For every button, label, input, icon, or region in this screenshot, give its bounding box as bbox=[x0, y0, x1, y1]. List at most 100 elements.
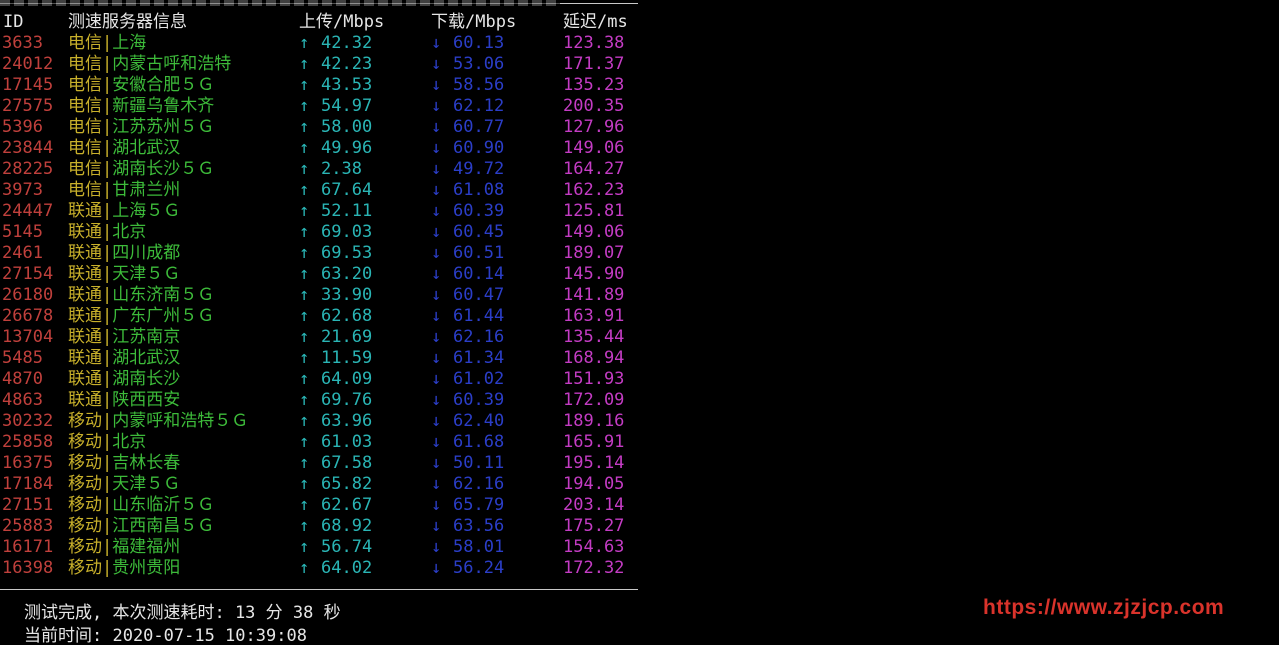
row-isp-name: 电信 bbox=[68, 159, 102, 179]
table-row: 25858 移动|北京 ↑ 61.03 ↓ 61.68 165.91 bbox=[0, 432, 640, 453]
down-arrow-icon: ↓ bbox=[431, 537, 442, 557]
up-arrow-icon: ↑ bbox=[299, 369, 310, 389]
down-arrow-icon: ↓ bbox=[431, 33, 442, 53]
row-id: 27151 bbox=[2, 495, 54, 515]
row-download: 49.72 bbox=[453, 159, 505, 179]
down-arrow-icon: ↓ bbox=[431, 96, 442, 116]
up-arrow-icon: ↑ bbox=[299, 411, 310, 431]
up-arrow-icon: ↑ bbox=[299, 390, 310, 410]
row-download: 62.16 bbox=[453, 327, 505, 347]
row-city: 山东济南５Ｇ bbox=[112, 285, 215, 305]
row-city: 贵州贵阳 bbox=[112, 558, 181, 578]
row-upload: 42.32 bbox=[321, 33, 373, 53]
header-upload: 上传/Mbps bbox=[299, 12, 385, 32]
table-row: 23844 电信|湖北武汉 ↑ 49.96 ↓ 60.90 149.06 bbox=[0, 138, 640, 159]
row-isp: 电信|湖南长沙５Ｇ bbox=[68, 159, 214, 180]
up-arrow-icon: ↑ bbox=[299, 159, 310, 179]
row-separator: | bbox=[102, 138, 113, 158]
row-download: 60.14 bbox=[453, 264, 505, 284]
up-arrow-icon: ↑ bbox=[299, 54, 310, 74]
table-row: 16398 移动|贵州贵阳 ↑ 64.02 ↓ 56.24 172.32 bbox=[0, 558, 640, 579]
row-city: 山东临沂５Ｇ bbox=[112, 495, 215, 515]
row-latency: 189.07 bbox=[563, 243, 625, 263]
row-upload: 2.38 bbox=[321, 159, 362, 179]
down-arrow-icon: ↓ bbox=[431, 495, 442, 515]
results-table: 3633 电信|上海 ↑ 42.32 ↓ 60.13 123.38 24012 电信|内蒙古呼和… bbox=[0, 33, 640, 579]
row-separator: | bbox=[102, 453, 113, 473]
row-download: 58.56 bbox=[453, 75, 505, 95]
row-city: 湖南长沙５Ｇ bbox=[112, 159, 215, 179]
table-row: 26678 联通|广东广州５Ｇ ↑ 62.68 ↓ 61.44 163.91 bbox=[0, 306, 640, 327]
row-separator: | bbox=[102, 348, 113, 368]
row-latency: 194.05 bbox=[563, 474, 625, 494]
down-arrow-icon: ↓ bbox=[431, 474, 442, 494]
up-arrow-icon: ↑ bbox=[299, 432, 310, 452]
row-separator: | bbox=[102, 516, 113, 536]
row-id: 3973 bbox=[2, 180, 43, 200]
table-row: 28225 电信|湖南长沙５Ｇ ↑ 2.38 ↓ 49.72 164.27 bbox=[0, 159, 640, 180]
up-arrow-icon: ↑ bbox=[299, 117, 310, 137]
row-separator: | bbox=[102, 201, 113, 221]
row-separator: | bbox=[102, 369, 113, 389]
row-latency: 149.06 bbox=[563, 138, 625, 158]
row-isp-name: 联通 bbox=[68, 264, 102, 284]
row-upload: 67.58 bbox=[321, 453, 373, 473]
row-upload: 63.96 bbox=[321, 411, 373, 431]
row-latency: 125.81 bbox=[563, 201, 625, 221]
row-download: 62.40 bbox=[453, 411, 505, 431]
up-arrow-icon: ↑ bbox=[299, 264, 310, 284]
row-download: 60.39 bbox=[453, 201, 505, 221]
down-arrow-icon: ↓ bbox=[431, 369, 442, 389]
table-row: 4870 联通|湖南长沙 ↑ 64.09 ↓ 61.02 151.93 bbox=[0, 369, 640, 390]
watermark-url: https://www.zjzjcp.com bbox=[983, 596, 1225, 619]
row-upload: 69.76 bbox=[321, 390, 373, 410]
row-isp-name: 联通 bbox=[68, 285, 102, 305]
row-id: 16171 bbox=[2, 537, 54, 557]
row-isp-name: 电信 bbox=[68, 96, 102, 116]
row-isp-name: 联通 bbox=[68, 222, 102, 242]
row-separator: | bbox=[102, 33, 113, 53]
row-latency: 154.63 bbox=[563, 537, 625, 557]
row-city: 内蒙古呼和浩特 bbox=[112, 54, 232, 74]
row-city: 福建福州 bbox=[112, 537, 181, 557]
up-arrow-icon: ↑ bbox=[299, 33, 310, 53]
row-city: 上海 bbox=[112, 33, 147, 53]
table-row: 26180 联通|山东济南５Ｇ ↑ 33.90 ↓ 60.47 141.89 bbox=[0, 285, 640, 306]
row-download: 60.51 bbox=[453, 243, 505, 263]
table-row: 3973 电信|甘肃兰州 ↑ 67.64 ↓ 61.08 162.23 bbox=[0, 180, 640, 201]
up-arrow-icon: ↑ bbox=[299, 222, 310, 242]
row-separator: | bbox=[102, 537, 113, 557]
row-isp: 联通|陕西西安 bbox=[68, 390, 180, 411]
row-city: 陕西西安 bbox=[112, 390, 181, 410]
row-upload: 69.03 bbox=[321, 222, 373, 242]
row-latency: 145.90 bbox=[563, 264, 625, 284]
row-upload: 67.64 bbox=[321, 180, 373, 200]
row-isp: 联通|广东广州５Ｇ bbox=[68, 306, 214, 327]
row-upload: 62.67 bbox=[321, 495, 373, 515]
row-latency: 135.44 bbox=[563, 327, 625, 347]
row-latency: 127.96 bbox=[563, 117, 625, 137]
row-isp: 联通|江苏南京 bbox=[68, 327, 180, 348]
row-isp: 移动|贵州贵阳 bbox=[68, 558, 180, 579]
row-upload: 11.59 bbox=[321, 348, 373, 368]
table-row: 17145 电信|安徽合肥５Ｇ ↑ 43.53 ↓ 58.56 135.23 bbox=[0, 75, 640, 96]
row-isp: 移动|北京 bbox=[68, 432, 146, 453]
row-download: 61.02 bbox=[453, 369, 505, 389]
row-city: 内蒙呼和浩特５Ｇ bbox=[112, 411, 249, 431]
row-download: 60.77 bbox=[453, 117, 505, 137]
row-id: 16375 bbox=[2, 453, 54, 473]
down-arrow-icon: ↓ bbox=[431, 432, 442, 452]
table-row: 30232 移动|内蒙呼和浩特５Ｇ ↑ 63.96 ↓ 62.40 189.16 bbox=[0, 411, 640, 432]
table-row: 16375 移动|吉林长春 ↑ 67.58 ↓ 50.11 195.14 bbox=[0, 453, 640, 474]
row-isp: 电信|新疆乌鲁木齐 bbox=[68, 96, 214, 117]
row-isp-name: 移动 bbox=[68, 516, 102, 536]
row-isp-name: 联通 bbox=[68, 348, 102, 368]
row-separator: | bbox=[102, 474, 113, 494]
row-latency: 175.27 bbox=[563, 516, 625, 536]
down-arrow-icon: ↓ bbox=[431, 327, 442, 347]
down-arrow-icon: ↓ bbox=[431, 411, 442, 431]
row-isp-name: 联通 bbox=[68, 306, 102, 326]
row-isp-name: 电信 bbox=[68, 117, 102, 137]
row-download: 60.39 bbox=[453, 390, 505, 410]
row-isp: 电信|江苏苏州５Ｇ bbox=[68, 117, 214, 138]
